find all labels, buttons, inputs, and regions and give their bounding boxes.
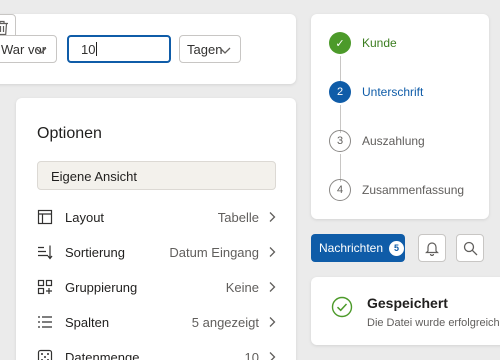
step-customer[interactable]: ✓ Kunde [329, 31, 397, 55]
step-label: Kunde [362, 36, 397, 50]
notifications-button[interactable] [418, 234, 446, 262]
messages-button[interactable]: Nachrichten 5 [311, 234, 405, 262]
step-number: 3 [329, 130, 351, 152]
text-caret [96, 42, 98, 56]
step-label: Auszahlung [362, 134, 425, 148]
saved-toast: Gespeichert Die Datei wurde erfolgreich [311, 277, 500, 345]
progress-stepper: ✓ Kunde 2 Unterschrift 3 Auszahlung 4 Zu… [311, 14, 489, 219]
option-label: Layout [65, 209, 105, 225]
option-row-group[interactable]: Gruppierung Keine [37, 272, 277, 302]
option-row-data-amount[interactable]: Datenmenge 10 [37, 342, 277, 360]
option-label: Sortierung [65, 244, 125, 260]
toast-title: Gespeichert [367, 295, 448, 311]
options-title: Optionen [37, 125, 102, 142]
group-icon [37, 279, 53, 295]
step-payout[interactable]: 3 Auszahlung [329, 129, 425, 153]
messages-count-badge: 5 [389, 240, 405, 256]
chevron-right-icon [269, 247, 276, 257]
option-value: Keine [225, 279, 259, 295]
chevron-right-icon [269, 352, 276, 360]
option-row-columns[interactable]: Spalten 5 angezeigt [37, 307, 277, 337]
option-value: 5 angezeigt [191, 314, 259, 330]
toast-message: Die Datei wurde erfolgreich [367, 317, 500, 329]
option-label: Spalten [65, 314, 110, 330]
chevron-down-icon [219, 47, 231, 54]
success-check-icon [331, 296, 353, 318]
chevron-right-icon [269, 212, 276, 222]
days-input[interactable]: 10 [67, 35, 171, 63]
layout-icon [37, 209, 53, 225]
option-label: Datenmenge [65, 349, 140, 360]
chevron-down-icon [35, 47, 47, 54]
step-label: Unterschrift [362, 85, 424, 99]
step-signature[interactable]: 2 Unterschrift [329, 80, 423, 104]
search-button[interactable] [456, 234, 484, 262]
option-label: Gruppierung [65, 279, 138, 295]
date-select[interactable]: War vor [0, 35, 57, 63]
trash-icon [0, 20, 8, 36]
option-row-sort[interactable]: Sortierung Datum Eingang [37, 237, 277, 267]
filter-bar: War vor 10 Tagen [0, 14, 296, 84]
option-value: Datum Eingang [169, 244, 259, 260]
step-number: 4 [329, 179, 351, 201]
option-value: Tabelle [217, 209, 259, 225]
option-row-layout[interactable]: Layout Tabelle [37, 202, 277, 232]
step-label: Zusammenfassung [362, 183, 465, 197]
chevron-right-icon [269, 282, 276, 292]
bell-icon [425, 242, 439, 256]
step-summary[interactable]: 4 Zusammenfassung [329, 178, 464, 202]
days-input-value: 10 [81, 41, 96, 57]
options-panel: Optionen Eigene Ansicht Layout Tabelle S… [16, 98, 296, 360]
search-icon [463, 241, 477, 255]
step-number: 2 [329, 81, 351, 103]
view-name-field[interactable]: Eigene Ansicht [37, 161, 276, 190]
option-value: 10 [244, 349, 259, 360]
check-icon: ✓ [329, 32, 351, 54]
unit-select[interactable]: Tagen [179, 35, 241, 63]
chevron-right-icon [269, 317, 276, 327]
sort-icon [37, 244, 53, 260]
messages-label: Nachrichten [319, 241, 384, 255]
dice-icon [37, 349, 53, 360]
columns-icon [37, 314, 53, 330]
